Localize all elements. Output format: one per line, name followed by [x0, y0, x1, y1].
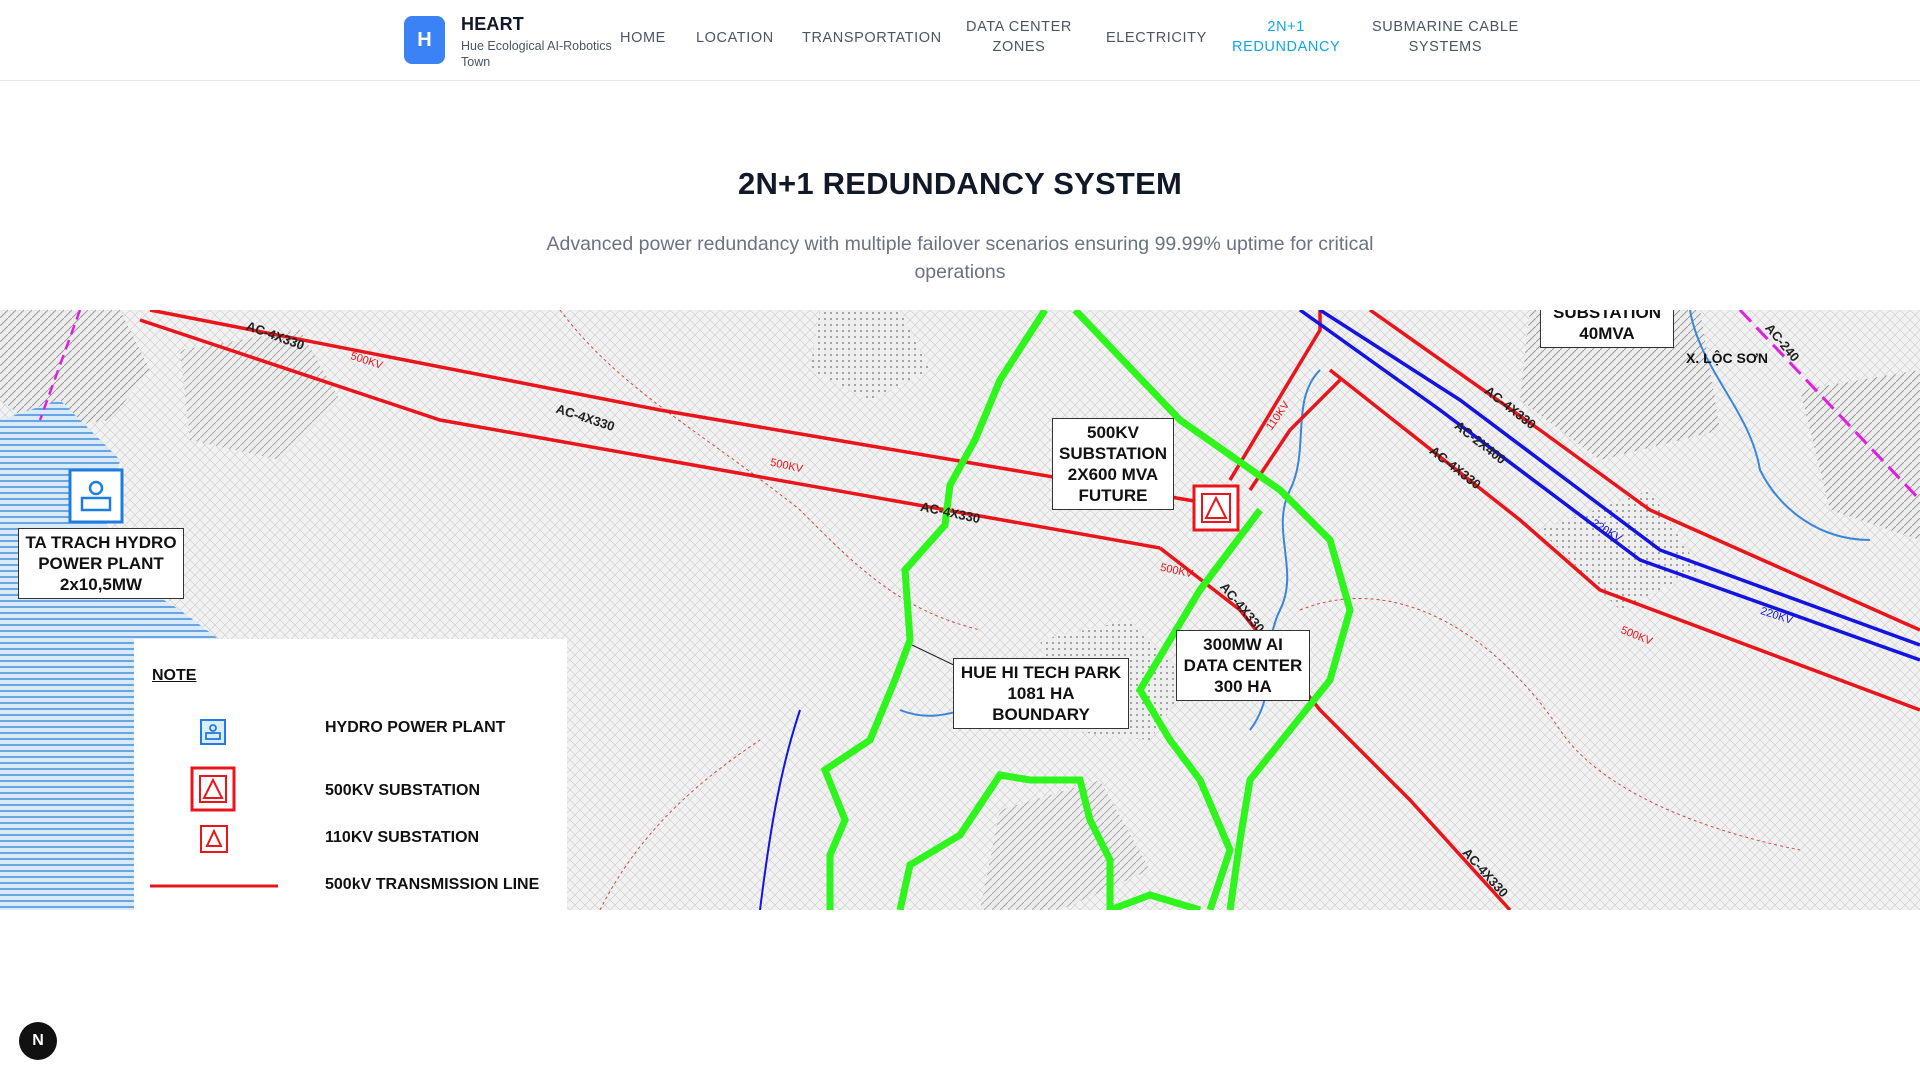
legend-item-500kv-line: 500kV TRANSMISSION LINE: [325, 876, 540, 893]
label-hydro-plant: TA TRACH HYDRO POWER PLANT 2x10,5MW: [18, 528, 184, 599]
logo-badge[interactable]: H: [404, 16, 445, 64]
page-subtitle: Advanced power redundancy with multiple …: [546, 233, 1374, 283]
label-500kv-substation: 500KV SUBSTATION 2X600 MVA FUTURE: [1052, 418, 1174, 510]
nextjs-dev-indicator-button[interactable]: N: [19, 1022, 57, 1060]
legend-item-110kv-substation: 110KV SUBSTATION: [325, 829, 480, 846]
legend-item-hydro: HYDRO POWER PLANT: [325, 719, 506, 736]
nav-electricity[interactable]: ELECTRICITY: [1106, 28, 1207, 48]
map-legend: NOTE HYDRO POWER PLANT 500KV SUBSTATION …: [134, 639, 567, 910]
legend-item-500kv-substation: 500KV SUBSTATION: [325, 782, 480, 799]
transmission-line-icon: [150, 884, 278, 888]
label-ai-data-center: 300MW AI DATA CENTER 300 HA: [1176, 630, 1310, 701]
nav-submarine-cable-systems[interactable]: SUBMARINE CABLE SYSTEMS: [1372, 17, 1519, 57]
page-title: 2N+1 REDUNDANCY SYSTEM: [738, 166, 1182, 201]
top-navbar: H HEART Hue Ecological AI-Robotics Town …: [0, 0, 1920, 81]
nav-location[interactable]: LOCATION: [696, 28, 774, 48]
label-tech-park: HUE HI TECH PARK 1081 HA BOUNDARY: [953, 658, 1129, 729]
hydro-plant-icon: [200, 719, 226, 745]
substation-500kv-icon: [190, 766, 236, 812]
nav-data-center-zones[interactable]: DATA CENTER ZONES: [966, 17, 1072, 57]
nav-transportation[interactable]: TRANSPORTATION: [802, 28, 942, 48]
substation-110kv-icon: [200, 825, 228, 853]
brand-subtitle: Hue Ecological AI-Robotics Town: [461, 39, 612, 69]
nav-home[interactable]: HOME: [620, 28, 666, 48]
nav-redundancy[interactable]: 2N+1 REDUNDANCY: [1232, 17, 1340, 57]
label-substation-40mva: SUBSTATION 40MVA: [1540, 310, 1674, 348]
legend-title: NOTE: [152, 667, 197, 684]
brand-title[interactable]: HEART: [461, 14, 524, 35]
label-place-loc-son: X. LỘC SƠN: [1686, 350, 1768, 366]
